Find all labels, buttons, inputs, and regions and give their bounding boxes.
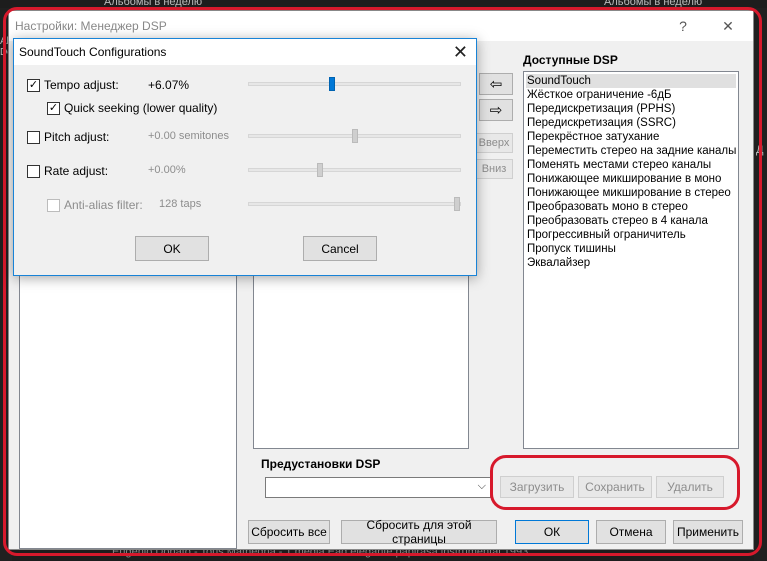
move-up-button[interactable]: Вверх (475, 133, 513, 153)
close-icon[interactable]: ✕ (717, 15, 739, 37)
cancel-button[interactable]: Отмена (596, 520, 666, 544)
available-dsp-item[interactable]: Эквалайзер (526, 256, 736, 270)
available-dsp-item[interactable]: Перекрёстное затухание (526, 130, 736, 144)
tempo-value: +6.07% (148, 78, 190, 92)
available-dsp-item[interactable]: Понижающее микширование в стерео (526, 186, 736, 200)
delete-preset-button[interactable]: Удалить (656, 476, 724, 498)
rate-adjust-label: Rate adjust: (44, 164, 109, 178)
tempo-slider[interactable] (248, 77, 461, 91)
available-dsp-item[interactable]: Прогрессивный ограничитель (526, 228, 736, 242)
background-top-strip: Альбомы в неделю Альбомы в неделю (0, 0, 767, 8)
antialias-label: Anti-alias filter: (64, 198, 143, 212)
available-dsp-item[interactable]: Передискретизация (PPHS) (526, 102, 736, 116)
soundtouch-titlebar: SoundTouch Configurations ✕ (14, 39, 476, 65)
load-preset-button[interactable]: Загрузить (500, 476, 574, 498)
tempo-adjust-row: ✓ Tempo adjust: (27, 78, 119, 92)
available-dsp-item[interactable]: Переместить стерео на задние каналы (526, 144, 736, 158)
rate-adjust-checkbox[interactable] (27, 164, 40, 178)
move-left-button[interactable]: ⇦ (479, 73, 513, 95)
background-right-glyph: Д (756, 144, 764, 156)
active-dsp-list[interactable] (19, 273, 237, 549)
move-right-button[interactable]: ⇨ (479, 99, 513, 121)
pitch-slider[interactable] (248, 129, 461, 143)
available-dsp-title: Доступные DSP (523, 53, 618, 67)
available-dsp-item[interactable]: Преобразовать моно в стерео (526, 200, 736, 214)
preset-dropdown[interactable]: ⌵ (265, 477, 491, 498)
available-dsp-item[interactable]: Жёсткое ограничение -6дБ (526, 88, 736, 102)
window-title: Настройки: Менеджер DSP (15, 19, 167, 33)
soundtouch-ok-button[interactable]: OK (135, 236, 209, 261)
pitch-adjust-checkbox[interactable] (27, 130, 40, 144)
tempo-slider-thumb[interactable] (329, 77, 335, 91)
reset-all-button[interactable]: Сбросить все (248, 520, 330, 544)
pitch-slider-thumb[interactable] (352, 129, 358, 143)
help-icon[interactable]: ? (672, 15, 694, 37)
tempo-adjust-checkbox[interactable]: ✓ (27, 78, 40, 92)
ok-button[interactable]: ОК (515, 520, 589, 544)
close-icon[interactable]: ✕ (453, 41, 468, 63)
pitch-adjust-label: Pitch adjust: (44, 130, 110, 144)
reset-page-button[interactable]: Сбросить для этой страницы (341, 518, 497, 546)
available-dsp-item[interactable]: Поменять местами стерео каналы (526, 158, 736, 172)
rate-adjust-row: Rate adjust: (27, 164, 108, 178)
pitch-value: +0.00 semitones (148, 130, 230, 142)
available-dsp-items: SoundTouch Жёсткое ограничение -6дБ Переди… (524, 72, 738, 272)
available-dsp-item[interactable]: Передискретизация (SSRC) (526, 116, 736, 130)
available-dsp-item[interactable]: Понижающее микширование в моно (526, 172, 736, 186)
rate-slider-thumb[interactable] (317, 163, 323, 177)
background-right-strip: Д (754, 8, 767, 561)
available-dsp-item[interactable]: Пропуск тишины (526, 242, 736, 256)
available-dsp-item[interactable]: Преобразовать стерео в 4 канала (526, 214, 736, 228)
antialias-slider-thumb[interactable] (454, 197, 460, 211)
quick-seek-row: ✓ Quick seeking (lower quality) (47, 101, 217, 115)
chevron-down-icon: ⌵ (477, 480, 486, 492)
soundtouch-cancel-button[interactable]: Cancel (303, 236, 377, 261)
background-text-right: Альбомы в неделю (604, 0, 703, 8)
dsp-titlebar: Настройки: Менеджер DSP ? ✕ (9, 11, 753, 41)
rate-value: +0.00% (148, 164, 186, 176)
pitch-adjust-row: Pitch adjust: (27, 130, 109, 144)
background-text-left: Альбомы в неделю (104, 0, 203, 8)
rate-slider[interactable] (248, 163, 461, 177)
quick-seek-label: Quick seeking (lower quality) (64, 101, 218, 115)
save-preset-button[interactable]: Сохранить (578, 476, 652, 498)
soundtouch-title: SoundTouch Configurations (19, 45, 167, 59)
dsp-config-panel (253, 273, 469, 449)
available-dsp-item[interactable]: SoundTouch (526, 74, 736, 88)
available-dsp-list[interactable]: SoundTouch Жёсткое ограничение -6дБ Переди… (523, 71, 739, 449)
antialias-checkbox[interactable] (47, 198, 60, 212)
move-down-button[interactable]: Вниз (475, 159, 513, 179)
antialias-slider[interactable] (248, 197, 461, 211)
soundtouch-dialog: SoundTouch Configurations ✕ ✓ Tempo adju… (13, 38, 477, 276)
presets-title: Предустановки DSP (261, 457, 381, 471)
antialias-value: 128 taps (159, 198, 202, 210)
quick-seek-checkbox[interactable]: ✓ (47, 101, 60, 115)
apply-button[interactable]: Применить (673, 520, 743, 544)
tempo-adjust-label: Tempo adjust: (44, 78, 119, 92)
antialias-row: Anti-alias filter: (47, 198, 143, 212)
